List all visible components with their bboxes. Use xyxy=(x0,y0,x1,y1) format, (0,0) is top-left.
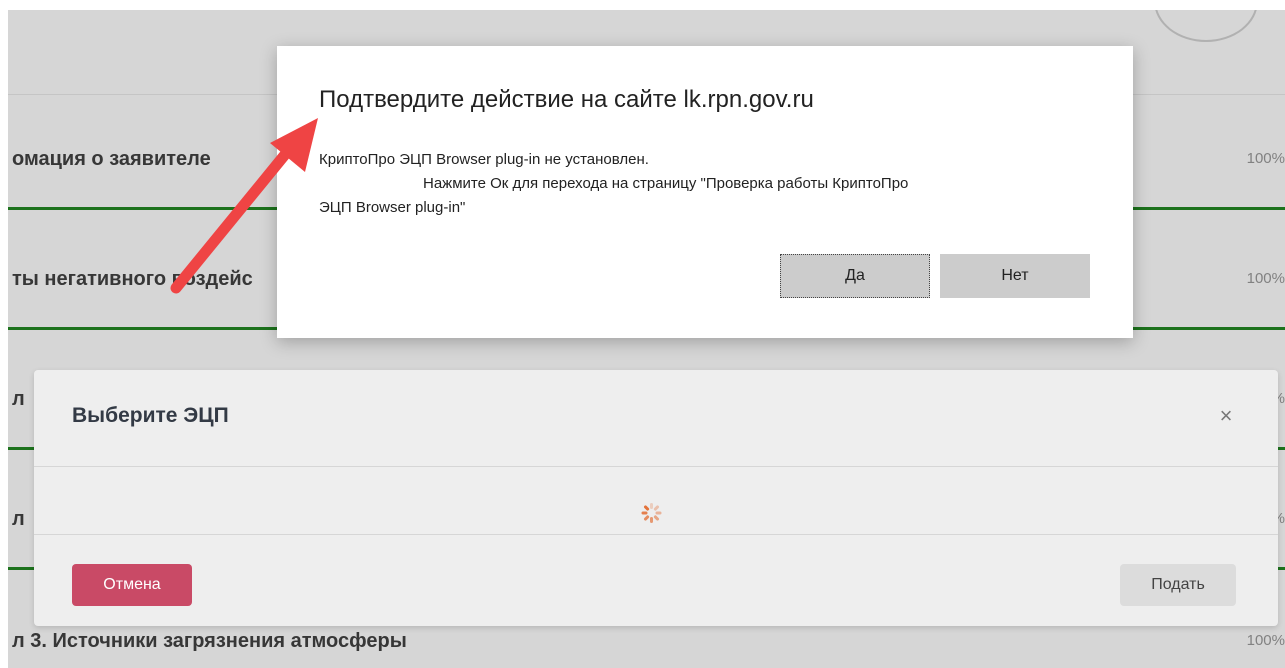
browser-confirm-dialog: Подтвердите действие на сайте lk.rpn.gov… xyxy=(277,46,1133,338)
no-button[interactable]: Нет xyxy=(940,254,1090,298)
dialog-message: КриптоПро ЭЦП Browser plug-in не установ… xyxy=(319,148,1079,220)
dialog-message-line: Нажмите Ок для перехода на страницу "Про… xyxy=(423,175,909,192)
close-icon[interactable]: × xyxy=(1210,400,1242,432)
divider xyxy=(34,466,1278,467)
submit-button[interactable]: Подать xyxy=(1120,564,1236,606)
screenshot-frame: омация о заявителе 100% ты негативного в… xyxy=(0,0,1285,668)
spinner-dot xyxy=(643,504,650,512)
spinner-dot xyxy=(643,514,650,522)
dialog-message-line: ЭЦП Browser plug-in" xyxy=(319,199,466,216)
cancel-button[interactable]: Отмена xyxy=(72,564,192,606)
select-signature-modal: Выберите ЭЦП × Отмена Подать xyxy=(34,370,1278,626)
modal-title: Выберите ЭЦП xyxy=(72,404,229,427)
yes-button[interactable]: Да xyxy=(780,254,930,298)
spinner-dot xyxy=(653,514,660,522)
loading-spinner-icon xyxy=(639,501,663,525)
spinner-dot xyxy=(650,517,653,523)
divider xyxy=(34,534,1278,535)
dialog-title: Подтвердите действие на сайте lk.rpn.gov… xyxy=(319,86,814,113)
spinner-dot xyxy=(655,511,662,515)
left-edge xyxy=(0,0,8,668)
spinner-dot xyxy=(653,504,660,512)
spinner-dot xyxy=(641,511,648,515)
dialog-message-line: КриптоПро ЭЦП Browser plug-in не установ… xyxy=(319,151,649,168)
